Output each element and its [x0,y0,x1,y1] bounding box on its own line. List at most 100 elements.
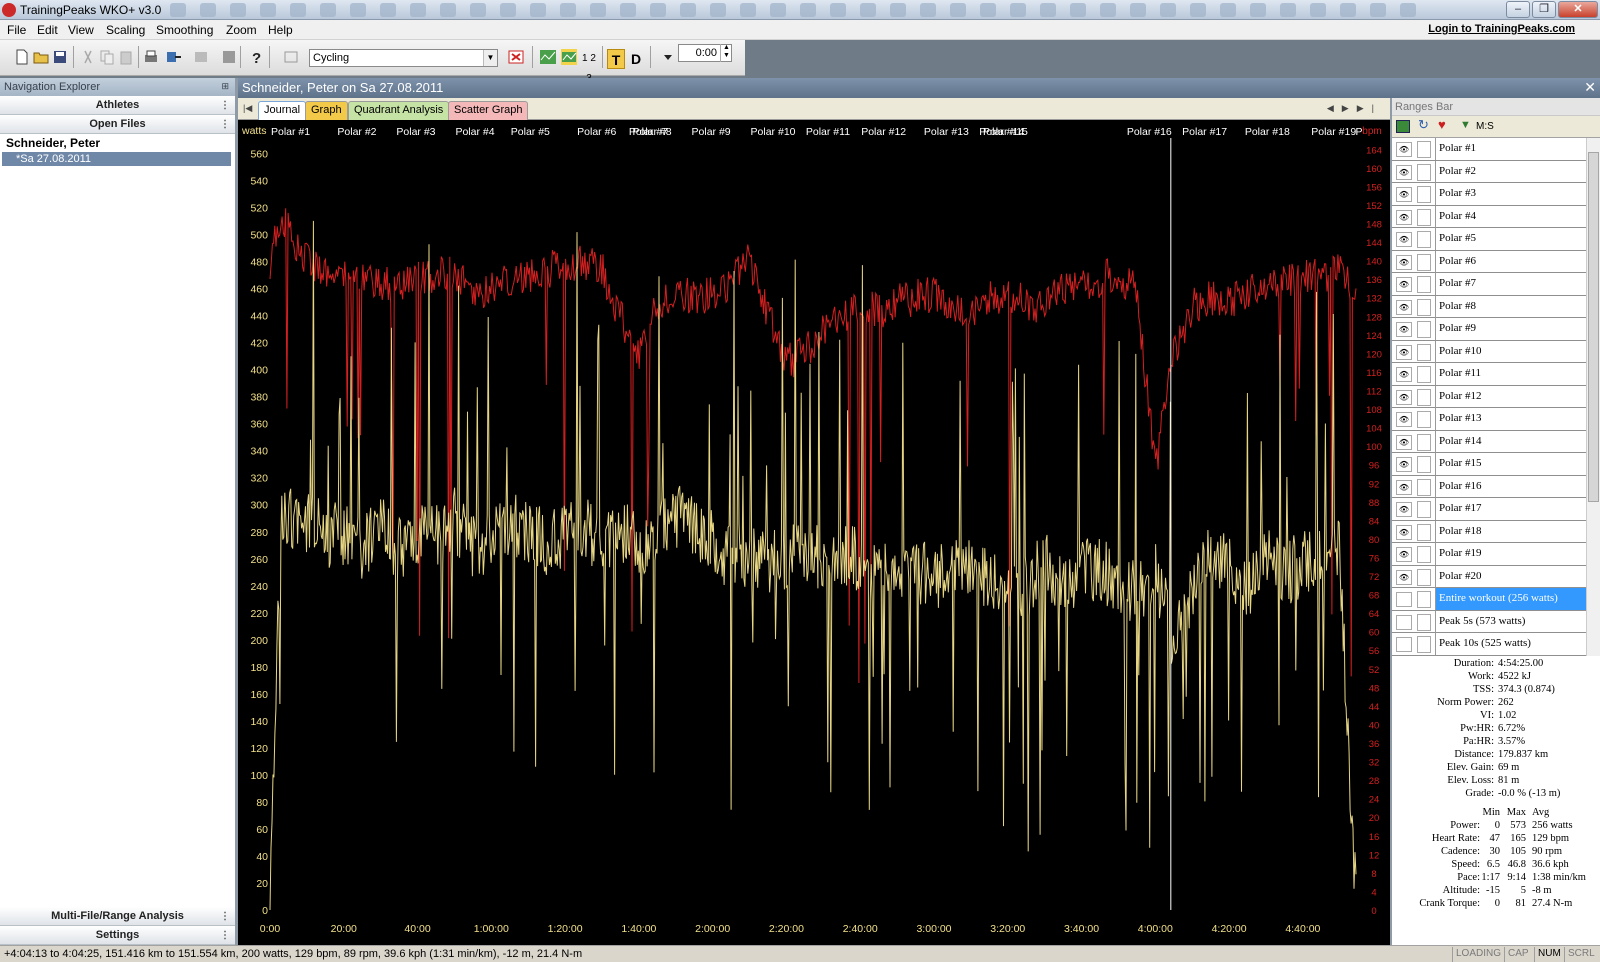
menu-edit[interactable]: Edit [37,23,58,37]
save-icon[interactable] [52,49,68,65]
visibility-eye-icon[interactable] [1396,614,1412,630]
print-icon[interactable] [143,49,159,65]
range-checkbox[interactable] [1417,321,1431,338]
range-checkbox[interactable] [1417,523,1431,541]
range-item[interactable]: 👁 Polar #2 [1392,160,1588,183]
range-checkbox[interactable] [1417,456,1431,473]
overlay-graph-icon[interactable] [561,49,577,65]
scrollbar-thumb[interactable] [1588,152,1599,502]
distance-axis-toggle[interactable]: D [627,49,645,69]
range-item[interactable]: 👁 Polar #17 [1392,498,1588,521]
graph-view-icon[interactable] [540,49,556,65]
range-item[interactable]: 👁 Polar #15 [1392,453,1588,476]
range-checkbox[interactable] [1417,478,1431,496]
tab-scroll-icons[interactable]: ◀▶▶| [1327,103,1382,114]
range-checkbox[interactable] [1417,163,1431,181]
multi-file-section[interactable]: Multi-File/Range Analysis ⋮ [0,907,235,926]
athlete-name[interactable]: Schneider, Peter [0,134,235,152]
range-checkbox[interactable] [1417,343,1431,361]
range-checkbox[interactable] [1417,613,1431,631]
visibility-eye-icon[interactable]: 👁 [1396,434,1412,450]
visibility-eye-icon[interactable] [1396,637,1412,652]
range-checkbox[interactable] [1417,591,1431,608]
range-item[interactable]: 👁 Polar #4 [1392,205,1588,228]
add-range-icon[interactable] [1396,120,1410,133]
menu-smoothing[interactable]: Smoothing [156,23,213,37]
menu-zoom[interactable]: Zoom [226,23,257,37]
visibility-eye-icon[interactable]: 👁 [1396,389,1412,405]
filter-icon[interactable]: ▼ [1460,119,1471,131]
range-item[interactable]: 👁 Polar #13 [1392,408,1588,431]
stop-icon[interactable] [221,49,237,65]
range-checkbox[interactable] [1417,366,1431,383]
pin-icon[interactable]: ⊞ [221,81,229,92]
range-item[interactable]: 👁 Polar #6 [1392,250,1588,273]
range-checkbox[interactable] [1417,231,1431,248]
maximize-button[interactable]: ❐ [1532,1,1556,18]
range-checkbox[interactable] [1417,276,1431,293]
disabled-tool-icon[interactable] [193,49,209,65]
visibility-eye-icon[interactable] [1396,592,1412,607]
menu-scaling[interactable]: Scaling [106,23,145,37]
time-format-label[interactable]: M:S [1476,121,1494,132]
time-axis-toggle[interactable]: T [607,49,625,69]
cut-icon[interactable] [80,49,96,65]
range-list-scrollbar[interactable] [1586,138,1600,656]
visibility-eye-icon[interactable]: 👁 [1396,232,1412,247]
visibility-eye-icon[interactable]: 👁 [1396,142,1412,157]
range-checkbox[interactable] [1417,501,1431,518]
import-device-icon[interactable] [166,49,182,65]
range-checkbox[interactable] [1417,568,1431,586]
visibility-eye-icon[interactable]: 👁 [1396,164,1412,180]
range-item[interactable]: 👁 Polar #10 [1392,340,1588,363]
visibility-eye-icon[interactable]: 👁 [1396,277,1412,292]
range-checkbox[interactable] [1417,253,1431,271]
graph-canvas[interactable]: watts02040608010012014016018020022024026… [238,120,1390,945]
login-link[interactable]: Login to TrainingPeaks.com [1428,23,1575,35]
tab-quadrant-analysis[interactable]: Quadrant Analysis [348,101,450,120]
range-item[interactable]: 👁 Polar #8 [1392,295,1588,318]
range-checkbox[interactable] [1417,411,1431,428]
heart-icon[interactable]: ♥ [1438,117,1446,132]
range-item[interactable]: Peak 10s (525 watts) [1392,633,1588,656]
range-item[interactable]: 👁 Polar #16 [1392,475,1588,498]
range-checkbox[interactable] [1417,636,1431,653]
visibility-eye-icon[interactable]: 👁 [1396,367,1412,382]
time-spinner[interactable]: ▲ ▼ [720,44,732,62]
visibility-eye-icon[interactable]: 👁 [1396,569,1412,585]
range-checkbox[interactable] [1417,186,1431,203]
visibility-eye-icon[interactable]: 👁 [1396,457,1412,472]
close-window-button[interactable]: ✕ [1558,1,1598,18]
sport-select[interactable]: Cycling ▼ [309,49,498,67]
visibility-eye-icon[interactable]: 👁 [1396,187,1412,202]
numbers-toggle[interactable]: 1 2 3 [580,49,598,84]
visibility-eye-icon[interactable]: 👁 [1396,299,1412,315]
range-item[interactable]: 👁 Polar #7 [1392,273,1588,296]
range-item[interactable]: 👁 Polar #19 [1392,543,1588,566]
athletes-section[interactable]: Athletes ⋮ [0,96,235,115]
workout-graph[interactable]: watts 0 20 40 60 80 100 120 140 160 180 200 220 240 26… [238,120,1390,945]
visibility-eye-icon[interactable]: 👁 [1396,524,1412,540]
first-tab-icon[interactable]: |◀ [243,103,252,114]
help-icon[interactable]: ? [248,49,264,65]
range-item[interactable]: 👁 Polar #5 [1392,228,1588,251]
visibility-eye-icon[interactable]: 👁 [1396,322,1412,337]
open-folder-icon[interactable] [33,49,49,65]
visibility-eye-icon[interactable]: 👁 [1396,502,1412,517]
range-item[interactable]: Entire workout (256 watts) [1392,588,1588,611]
refresh-icon[interactable]: ↻ [1418,117,1429,133]
range-item[interactable]: 👁 Polar #1 [1392,138,1588,161]
range-checkbox[interactable] [1417,141,1431,158]
range-item[interactable]: 👁 Polar #20 [1392,565,1588,588]
copy-icon[interactable] [99,49,115,65]
tab-journal[interactable]: Journal [258,101,307,120]
range-checkbox[interactable] [1417,208,1431,226]
visibility-eye-icon[interactable]: 👁 [1396,412,1412,427]
tab-graph[interactable]: Graph [305,101,348,120]
paste-icon[interactable] [118,49,134,65]
visibility-eye-icon[interactable]: 👁 [1396,344,1412,360]
new-file-icon[interactable] [14,49,30,65]
dropdown-arrow-icon[interactable] [660,49,676,65]
range-item[interactable]: 👁 Polar #9 [1392,318,1588,341]
visibility-eye-icon[interactable]: 👁 [1396,479,1412,495]
